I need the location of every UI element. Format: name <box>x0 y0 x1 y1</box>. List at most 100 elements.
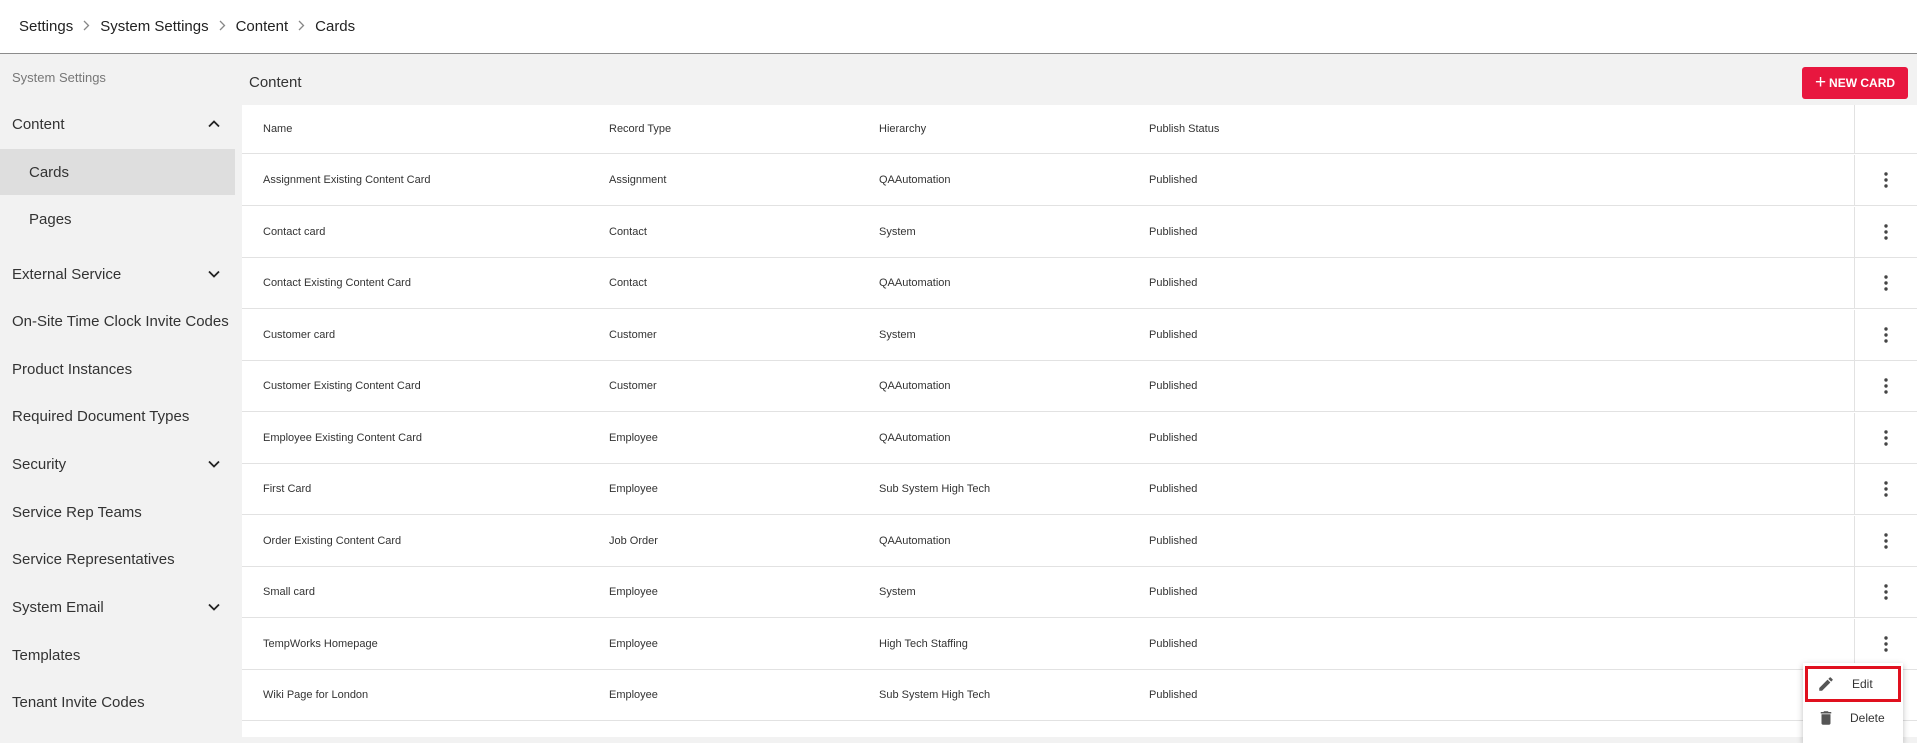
column-header-publish-status[interactable]: Publish Status <box>1149 105 1219 153</box>
cell-name: Contact Existing Content Card <box>263 277 411 289</box>
cell-record-type: Employee <box>609 637 658 650</box>
cell-name: Assignment Existing Content Card <box>263 174 431 186</box>
cell-hierarchy: QAAutomation <box>879 431 951 444</box>
cell-record-type: Contact <box>609 277 647 289</box>
delete-label: Delete <box>1850 711 1885 725</box>
sidebar: System Settings Content Cards Pages Externa… <box>0 55 235 737</box>
main-content: Content + NEW CARD Name Record Type Hier… <box>242 55 1917 737</box>
sidebar-item-label: On-Site Time Clock Invite Codes <box>12 312 229 330</box>
table-row[interactable]: Contact Existing Content Card Contact QAAu… <box>242 258 1917 309</box>
more-vert-icon[interactable] <box>1875 530 1897 552</box>
row-actions-cell <box>1854 412 1917 463</box>
breadcrumb-settings[interactable]: Settings <box>19 18 73 35</box>
new-card-button[interactable]: + NEW CARD <box>1802 67 1908 99</box>
pencil-icon <box>1817 675 1835 693</box>
table-row[interactable]: Contact card Contact System Published <box>242 206 1917 258</box>
column-header-actions <box>1854 105 1917 153</box>
sidebar-item-label: External Service <box>12 265 122 283</box>
cell-hierarchy: High Tech Staffing <box>879 637 968 650</box>
cell-publish-status: Published <box>1149 174 1198 186</box>
cell-record-type: Assignment <box>609 174 667 186</box>
cell-name: Wiki Page for London <box>263 689 369 701</box>
cell-hierarchy: QAAutomation <box>879 534 951 547</box>
cell-record-type: Employee <box>609 431 658 444</box>
sidebar-item-label: Templates <box>12 646 81 664</box>
cell-publish-status: Published <box>1149 380 1198 392</box>
row-context-menu: Edit Delete <box>1803 663 1903 743</box>
more-vert-icon[interactable] <box>1875 478 1897 500</box>
more-vert-icon[interactable] <box>1875 633 1897 655</box>
sidebar-item-label: System Email <box>12 598 104 616</box>
more-vert-icon[interactable] <box>1875 221 1897 243</box>
table-row[interactable]: TempWorks Homepage Employee High Tech Staf… <box>242 618 1917 670</box>
table-row[interactable]: Wiki Page for London Employee Sub System H… <box>242 670 1917 721</box>
cell-record-type: Employee <box>609 689 658 701</box>
cell-name: Customer card <box>263 328 336 341</box>
sidebar-item-on-site-time-clock-invite-codes[interactable]: On-Site Time Clock Invite Codes <box>0 298 235 344</box>
row-actions-cell <box>1854 464 1917 514</box>
breadcrumb: Settings System Settings Content Cards <box>0 0 1917 54</box>
chevron-right-icon <box>298 20 305 34</box>
breadcrumb-system-settings[interactable]: System Settings <box>100 18 208 35</box>
cell-name: Employee Existing Content Card <box>263 431 422 444</box>
sidebar-item-security[interactable]: Security <box>0 441 235 487</box>
cell-hierarchy: QAAutomation <box>879 174 951 186</box>
cell-name: Order Existing Content Card <box>263 534 402 547</box>
table-row[interactable]: Employee Existing Content Card Employee QA… <box>242 412 1917 464</box>
sidebar-item-service-rep-teams[interactable]: Service Rep Teams <box>0 489 235 535</box>
table-header: Name Record Type Hierarchy Publish Statu… <box>242 105 1917 154</box>
chevron-down-icon[interactable] <box>207 457 221 471</box>
table-row[interactable]: Customer Existing Content Card Customer QA… <box>242 361 1917 412</box>
edit-label: Edit <box>1852 677 1873 691</box>
chevron-right-icon <box>219 20 226 34</box>
more-vert-icon[interactable] <box>1875 427 1897 449</box>
more-vert-icon[interactable] <box>1875 324 1897 346</box>
table-row[interactable]: Small card Employee System Published <box>242 567 1917 618</box>
sidebar-item-external-service[interactable]: External Service <box>0 251 235 297</box>
breadcrumb-cards: Cards <box>315 18 356 35</box>
row-actions-cell <box>1854 155 1917 205</box>
chevron-down-icon[interactable] <box>207 267 221 281</box>
column-header-record-type[interactable]: Record Type <box>609 105 671 153</box>
sidebar-item-cards[interactable]: Cards <box>0 149 235 195</box>
cell-hierarchy: QAAutomation <box>879 277 951 289</box>
more-vert-icon[interactable] <box>1875 375 1897 397</box>
sidebar-item-pages[interactable]: Pages <box>0 196 235 242</box>
table-row[interactable]: First Card Employee Sub System High Tech Pu… <box>242 464 1917 515</box>
table-row[interactable]: Assignment Existing Content Card Assignme… <box>242 155 1917 206</box>
cell-name: Small card <box>263 586 315 598</box>
cell-hierarchy: System <box>879 328 916 341</box>
table-row[interactable]: Order Existing Content Card Job Order QAAu… <box>242 515 1917 567</box>
cell-name: Customer Existing Content Card <box>263 380 421 392</box>
edit-menu-item[interactable]: Edit <box>1805 666 1901 702</box>
chevron-up-icon[interactable] <box>207 117 221 131</box>
cell-name: TempWorks Homepage <box>263 637 378 650</box>
delete-menu-item[interactable]: Delete <box>1803 702 1903 734</box>
chevron-down-icon[interactable] <box>207 600 221 614</box>
sidebar-item-service-representatives[interactable]: Service Representatives <box>0 536 235 582</box>
sidebar-item-templates[interactable]: Templates <box>0 632 235 678</box>
sidebar-item-content[interactable]: Content <box>0 101 235 147</box>
cell-publish-status: Published <box>1149 277 1198 289</box>
new-card-label: NEW CARD <box>1829 76 1896 90</box>
sidebar-item-tenant-invite-codes[interactable]: Tenant Invite Codes <box>0 679 235 725</box>
cell-record-type: Contact <box>609 225 647 238</box>
cell-publish-status: Published <box>1149 689 1198 701</box>
cell-record-type: Employee <box>609 483 658 495</box>
breadcrumb-content[interactable]: Content <box>236 18 289 35</box>
column-header-name[interactable]: Name <box>263 105 292 153</box>
table-row[interactable]: Customer card Customer System Published <box>242 309 1917 361</box>
trash-icon <box>1817 709 1835 727</box>
row-actions-cell <box>1854 515 1917 566</box>
sidebar-item-required-document-types[interactable]: Required Document Types <box>0 393 235 439</box>
sidebar-item-system-email[interactable]: System Email <box>0 584 235 630</box>
sidebar-item-label: Service Representatives <box>12 550 175 568</box>
more-vert-icon[interactable] <box>1875 169 1897 191</box>
more-vert-icon[interactable] <box>1875 581 1897 603</box>
sidebar-item-product-instances[interactable]: Product Instances <box>0 346 235 392</box>
sidebar-item-label: Cards <box>29 163 70 181</box>
row-actions-cell <box>1854 206 1917 257</box>
more-vert-icon[interactable] <box>1875 272 1897 294</box>
cell-hierarchy: Sub System High Tech <box>879 689 991 701</box>
column-header-hierarchy[interactable]: Hierarchy <box>879 105 926 153</box>
